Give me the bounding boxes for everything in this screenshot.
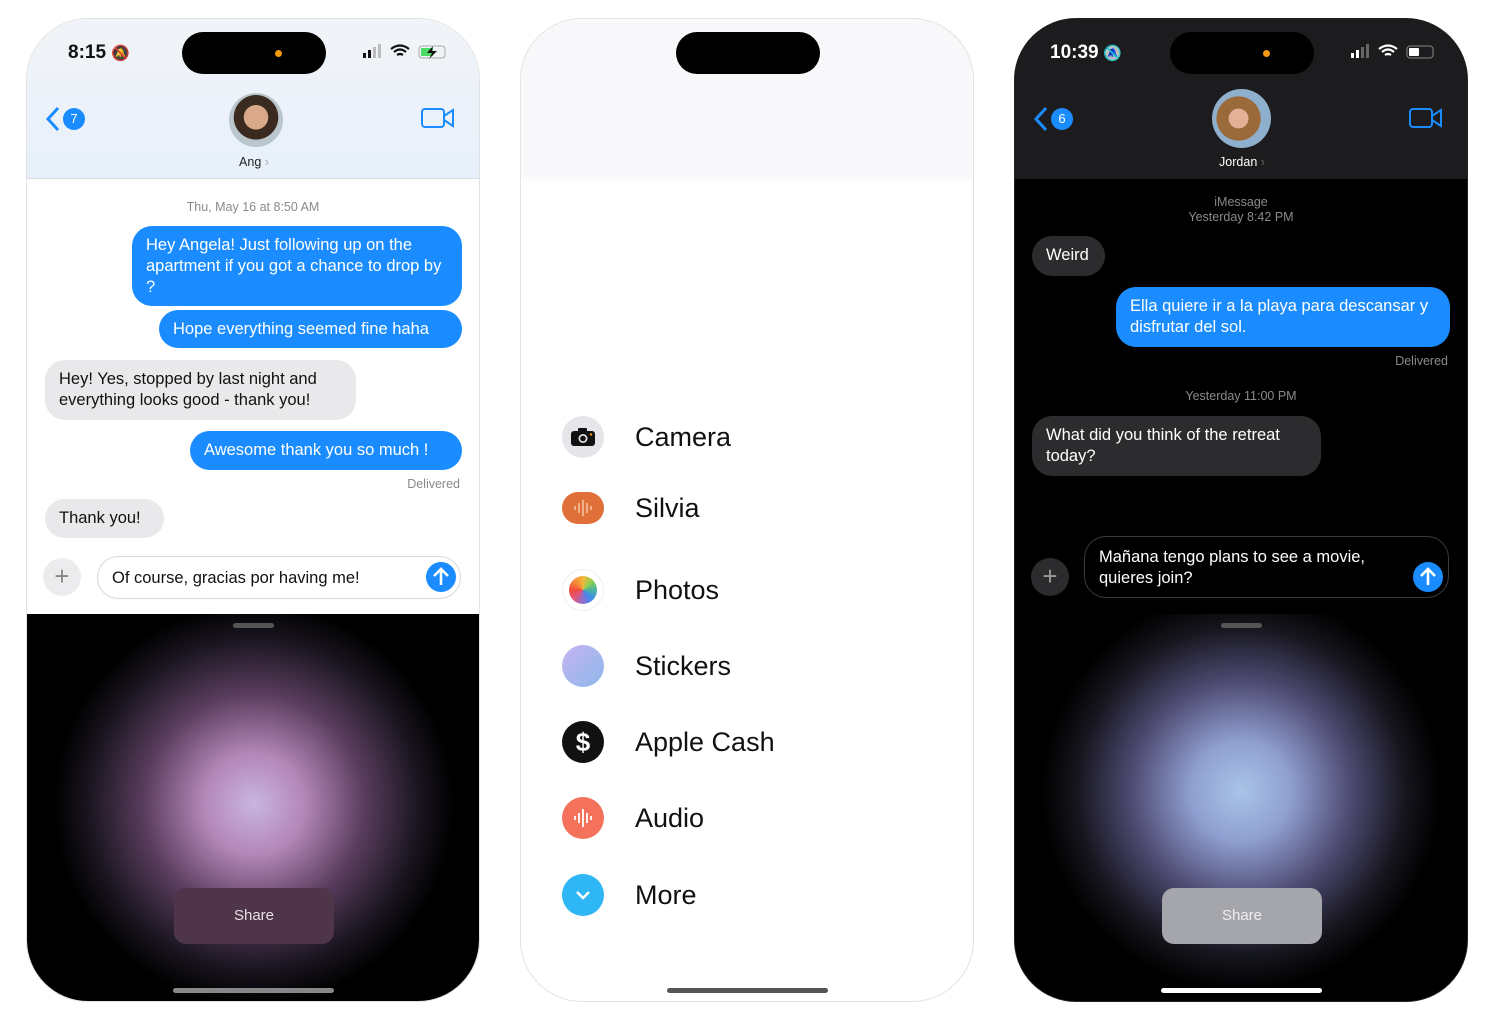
message-bubble-received[interactable]: What did you think of the retreat today? <box>1032 416 1321 476</box>
message-bubble-sent[interactable]: Hope everything seemed fine haha <box>159 310 462 348</box>
unread-badge: 7 <box>63 108 85 130</box>
message-bubble-sent[interactable]: Hey Angela! Just following up on the apa… <box>132 226 462 306</box>
app-item-stickers[interactable]: Stickers <box>562 645 731 687</box>
dynamic-island <box>676 32 820 74</box>
silent-bell-icon: 🔕 <box>111 45 130 62</box>
contact-name[interactable]: Jordan › <box>1015 155 1467 169</box>
stickers-icon <box>562 645 604 687</box>
app-item-audio[interactable]: Audio <box>562 797 704 839</box>
send-button[interactable] <box>426 562 456 592</box>
chevron-down-icon <box>576 891 590 900</box>
delivered-status: Delivered <box>407 477 460 491</box>
app-item-camera[interactable]: Camera <box>562 416 731 458</box>
contact-avatar[interactable] <box>1212 89 1271 148</box>
message-bubble-received[interactable]: Hey! Yes, stopped by last night and ever… <box>45 360 356 420</box>
message-bubble-received[interactable]: Weird <box>1032 236 1105 276</box>
arrow-up-icon <box>1420 567 1436 585</box>
phone-dark-chat: 10:39 🔕 6 Jordan › iMessage Yesterday 8:… <box>1014 18 1468 1002</box>
unread-badge: 6 <box>1051 108 1073 130</box>
add-attachment-button[interactable]: + <box>1031 558 1069 596</box>
contact-avatar[interactable] <box>229 93 283 147</box>
message-input[interactable]: Of course, gracias por having me! <box>97 556 461 599</box>
phone-app-drawer: Camera Silvia Photos Stickers $ Apple Ca… <box>520 18 974 1002</box>
service-label: iMessage <box>1214 195 1268 209</box>
status-icons <box>1351 44 1434 59</box>
sheet-grabber[interactable] <box>233 623 274 628</box>
audio-icon <box>574 809 592 827</box>
share-button[interactable]: Share <box>174 888 334 944</box>
status-time: 8:15 <box>68 42 107 63</box>
status-icons <box>363 44 446 59</box>
message-bubble-sent[interactable]: Ella quiere ir a la playa para descansar… <box>1116 287 1450 347</box>
timestamp: Yesterday 11:00 PM <box>1185 389 1297 403</box>
dollar-icon: $ <box>562 721 604 763</box>
timestamp: Thu, May 16 at 8:50 AM <box>186 200 320 214</box>
app-item-apple-cash[interactable]: $ Apple Cash <box>562 721 775 763</box>
video-call-icon[interactable] <box>421 107 455 129</box>
waveform-icon <box>574 500 592 516</box>
dynamic-island <box>182 32 326 74</box>
message-bubble-sent[interactable]: Awesome thank you so much ! <box>190 431 462 470</box>
silent-bell-icon: 🔕 <box>1103 45 1122 62</box>
home-indicator <box>1161 988 1322 993</box>
sheet-grabber[interactable] <box>1221 623 1262 628</box>
home-indicator <box>173 988 334 993</box>
message-input[interactable]: Mañana tengo plans to see a movie, quier… <box>1084 536 1449 598</box>
message-bubble-received[interactable]: Thank you! <box>45 499 164 538</box>
home-indicator <box>667 988 828 993</box>
delivered-status: Delivered <box>1395 354 1448 368</box>
dynamic-island <box>1170 32 1314 74</box>
send-button[interactable] <box>1413 562 1443 592</box>
contact-name[interactable]: Ang › <box>27 155 479 169</box>
timestamp: Yesterday 8:42 PM <box>1188 210 1294 224</box>
arrow-up-icon <box>433 567 449 585</box>
app-item-photos[interactable]: Photos <box>562 569 719 611</box>
back-button[interactable]: 6 <box>1033 106 1073 132</box>
photos-icon <box>569 576 597 604</box>
app-item-silvia[interactable]: Silvia <box>562 492 700 524</box>
phone-light-chat: 8:15 🔕 7 Ang › Thu, May 16 at 8:50 AM He… <box>26 18 480 1002</box>
camera-icon <box>571 428 595 446</box>
back-button[interactable]: 7 <box>45 106 85 132</box>
status-time: 10:39 <box>1050 42 1099 63</box>
app-item-more[interactable]: More <box>562 874 697 916</box>
chevron-left-icon <box>1033 106 1048 132</box>
chevron-left-icon <box>45 106 60 132</box>
share-button[interactable]: Share <box>1162 888 1322 944</box>
add-attachment-button[interactable]: + <box>43 558 81 596</box>
video-call-icon[interactable] <box>1409 107 1443 129</box>
